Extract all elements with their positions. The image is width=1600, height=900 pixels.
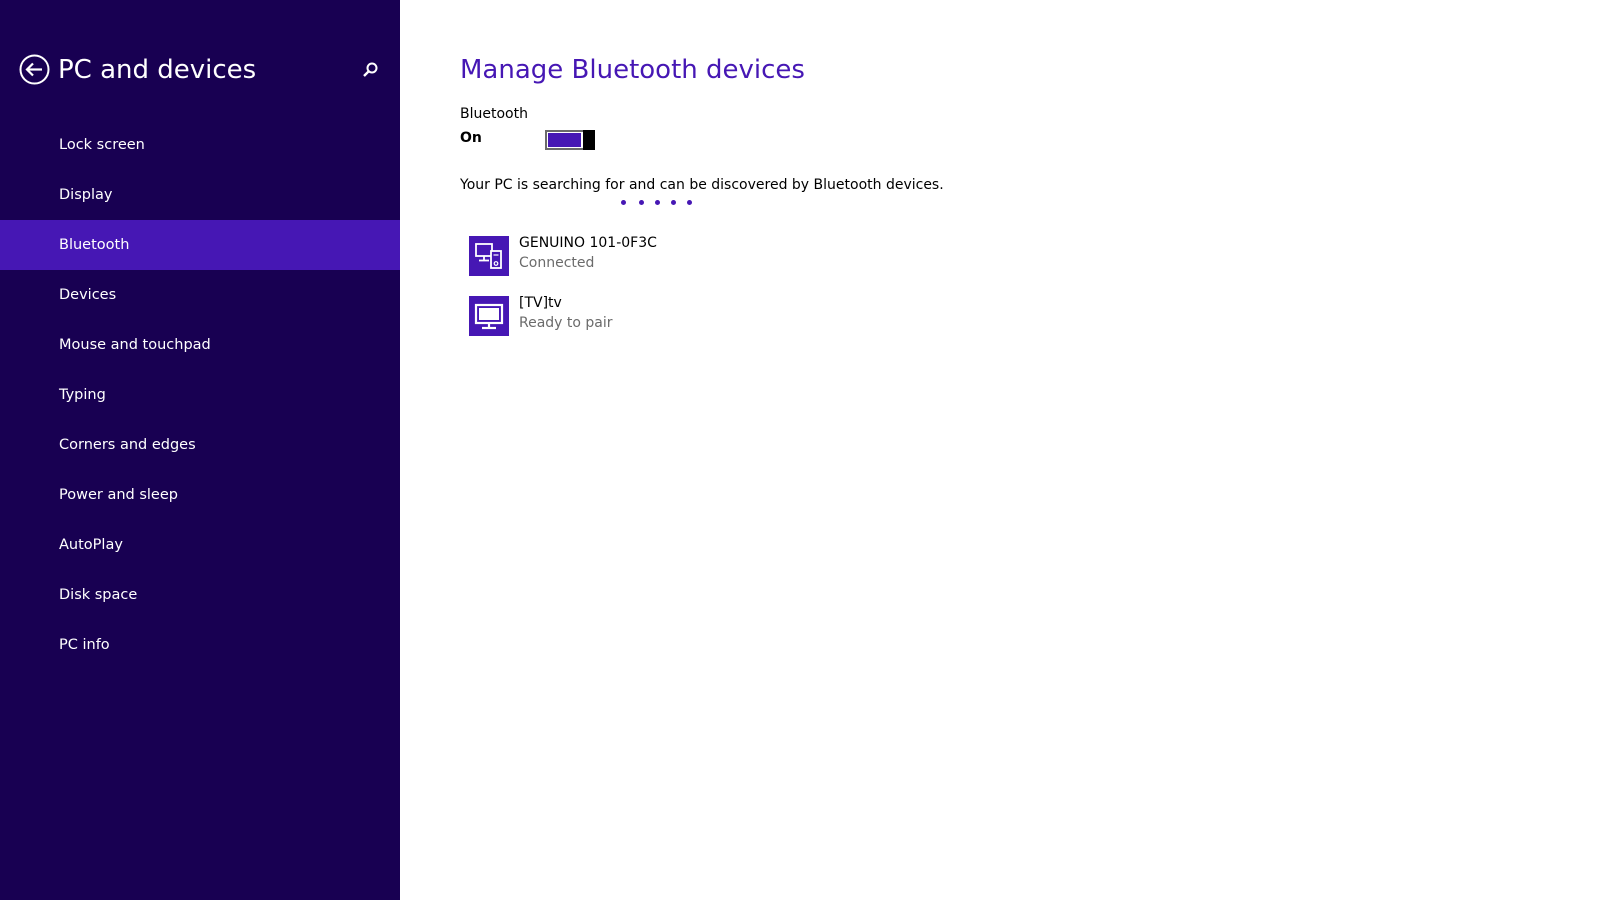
sidebar-item-lock-screen[interactable]: Lock screen	[0, 120, 400, 170]
bluetooth-state-label: On	[460, 130, 482, 146]
sidebar-header: PC and devices	[19, 52, 381, 88]
device-item-genuino[interactable]: GENUINO 101-0F3C Connected	[469, 234, 1069, 294]
monitor-icon	[469, 296, 509, 336]
device-item-tv[interactable]: [TV]tv Ready to pair	[469, 294, 1069, 354]
sidebar-item-power-and-sleep[interactable]: Power and sleep	[0, 470, 400, 520]
device-name: [TV]tv	[519, 295, 562, 311]
progress-dot	[671, 200, 676, 205]
sidebar-item-corners-and-edges[interactable]: Corners and edges	[0, 420, 400, 470]
sidebar-item-display[interactable]: Display	[0, 170, 400, 220]
back-arrow-icon[interactable]	[19, 54, 50, 85]
sidebar-item-typing[interactable]: Typing	[0, 370, 400, 420]
device-status: Connected	[519, 255, 595, 271]
search-icon[interactable]	[359, 59, 381, 81]
discovery-status-text: Your PC is searching for and can be disc…	[460, 177, 944, 193]
sidebar-title: PC and devices	[58, 55, 257, 85]
main-content: Manage Bluetooth devices Bluetooth On Yo…	[460, 0, 1560, 900]
device-status: Ready to pair	[519, 315, 613, 331]
progress-dot	[655, 200, 660, 205]
sidebar-item-mouse-and-touchpad[interactable]: Mouse and touchpad	[0, 320, 400, 370]
progress-dot	[639, 200, 644, 205]
toggle-thumb[interactable]	[583, 130, 595, 150]
devices-icon	[469, 236, 509, 276]
bluetooth-toggle[interactable]	[545, 130, 595, 150]
device-list: GENUINO 101-0F3C Connected [TV]tv Ready …	[469, 234, 1069, 354]
sidebar: PC and devices Lock screen Display Bluet…	[0, 0, 400, 900]
page-title: Manage Bluetooth devices	[460, 55, 805, 85]
progress-dot	[621, 200, 626, 205]
sidebar-item-disk-space[interactable]: Disk space	[0, 570, 400, 620]
bluetooth-label: Bluetooth	[460, 106, 528, 122]
device-name: GENUINO 101-0F3C	[519, 235, 657, 251]
sidebar-item-bluetooth[interactable]: Bluetooth	[0, 220, 400, 270]
sidebar-item-pc-info[interactable]: PC info	[0, 620, 400, 670]
sidebar-item-autoplay[interactable]: AutoPlay	[0, 520, 400, 570]
sidebar-item-devices[interactable]: Devices	[0, 270, 400, 320]
sidebar-nav: Lock screen Display Bluetooth Devices Mo…	[0, 120, 400, 670]
toggle-track-fill	[548, 133, 581, 147]
progress-dot	[687, 200, 692, 205]
